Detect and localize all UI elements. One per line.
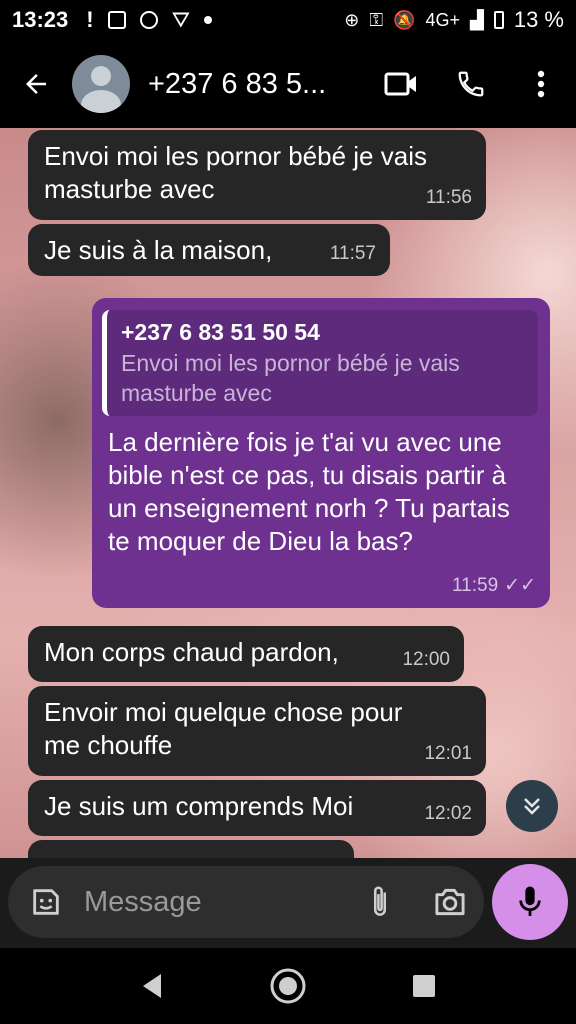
message-time: 11:59 (452, 575, 499, 596)
message-bubble[interactable]: Mon corps chaud pardon, 12:00 (28, 626, 464, 682)
read-receipt-icon: ✓✓ (504, 575, 536, 596)
status-bar: 13:23 ! ⛛ ⊕ ⚿ 🔕 4G+ ▟ 13 % (0, 0, 576, 40)
video-call-button[interactable] (366, 40, 436, 128)
back-arrow-icon (26, 74, 46, 94)
message-placeholder: Message (84, 885, 202, 918)
message-bubble-partial[interactable] (28, 840, 354, 858)
attach-button[interactable] (360, 882, 400, 922)
message-meta: 11:59 ✓✓ (452, 569, 536, 602)
message-bubble-outgoing[interactable]: +237 6 83 51 50 54 Envoi moi les pornor … (92, 298, 550, 608)
gallery-icon (107, 11, 126, 29)
message-bubble[interactable]: Je suis um comprends Moi 12:02 (28, 780, 486, 836)
double-chevron-down-icon (524, 798, 540, 815)
message-text: Je suis à la maison, (44, 235, 273, 265)
more-options-button[interactable] (506, 40, 576, 128)
camera-icon (435, 888, 465, 916)
app-icon (139, 11, 158, 29)
message-text: Envoi moi les pornor bébé je vais mastur… (44, 141, 427, 204)
more-vertical-icon (537, 70, 545, 98)
microphone-icon (519, 886, 541, 916)
message-time: 12:02 (424, 803, 472, 824)
message-time: 11:56 (425, 187, 472, 208)
quoted-message[interactable]: +237 6 83 51 50 54 Envoi moi les pornor … (102, 310, 538, 416)
chat-header: +237 6 83 5... (0, 40, 576, 128)
key-icon: ⚿ (369, 9, 384, 30)
ticket-icon: ⛛ (171, 7, 191, 32)
message-time: 11:57 (329, 243, 376, 264)
message-input[interactable]: Message (8, 866, 484, 938)
message-text: Envoir moi quelque chose pour me chouffe (44, 697, 403, 760)
scroll-to-bottom-button[interactable] (506, 780, 558, 832)
circle-home-icon (270, 968, 306, 1004)
voice-call-button[interactable] (436, 40, 506, 128)
contact-name[interactable]: +237 6 83 5... (148, 68, 366, 101)
square-recents-icon (413, 975, 435, 997)
status-time: 13:23 (12, 7, 69, 32)
voice-message-button[interactable] (492, 864, 568, 940)
more-notifications-icon (204, 16, 213, 24)
sticker-button[interactable] (26, 882, 66, 922)
triangle-back-icon (143, 974, 161, 998)
phone-icon (458, 71, 484, 97)
signal-icon: ▟ (470, 9, 484, 30)
video-call-icon (384, 72, 416, 96)
nav-back-button[interactable] (132, 966, 172, 1006)
notification-icons: ! ⛛ (86, 7, 213, 33)
quoted-text: Envoi moi les pornor bébé je vais mastur… (121, 350, 460, 406)
quoted-author: +237 6 83 51 50 54 (121, 319, 320, 345)
message-bubble[interactable]: Je suis à la maison, 11:57 (28, 224, 390, 276)
sticker-icon (33, 889, 59, 915)
back-button[interactable] (0, 40, 72, 128)
message-text: La dernière fois je t'ai vu avec une bib… (108, 427, 510, 556)
battery-level: 13 % (513, 7, 564, 32)
camera-button[interactable] (430, 882, 470, 922)
message-bubble[interactable]: Envoir moi quelque chose pour me chouffe… (28, 686, 486, 776)
message-bubble[interactable]: Envoi moi les pornor bébé je vais mastur… (28, 130, 486, 220)
composer-bar: Message (0, 858, 576, 948)
message-text: Mon corps chaud pardon, (44, 637, 339, 667)
paperclip-icon (373, 886, 387, 916)
data-saver-icon: ⊕ (344, 9, 360, 30)
message-list[interactable]: Envoi moi les pornor bébé je vais mastur… (0, 128, 576, 858)
system-navigation-bar (0, 948, 576, 1024)
battery-icon (493, 11, 504, 29)
nav-recents-button[interactable] (404, 966, 444, 1006)
message-time: 12:01 (424, 743, 472, 764)
message-time: 12:00 (402, 649, 450, 670)
mute-icon: 🔕 (393, 9, 416, 30)
nav-home-button[interactable] (268, 966, 308, 1006)
network-type: 4G+ (425, 9, 460, 30)
avatar[interactable] (72, 55, 130, 113)
system-icons: ⊕ ⚿ 🔕 4G+ ▟ 13 % (344, 7, 564, 33)
alert-icon: ! (86, 7, 94, 32)
message-text: Je suis um comprends Moi (44, 791, 354, 821)
